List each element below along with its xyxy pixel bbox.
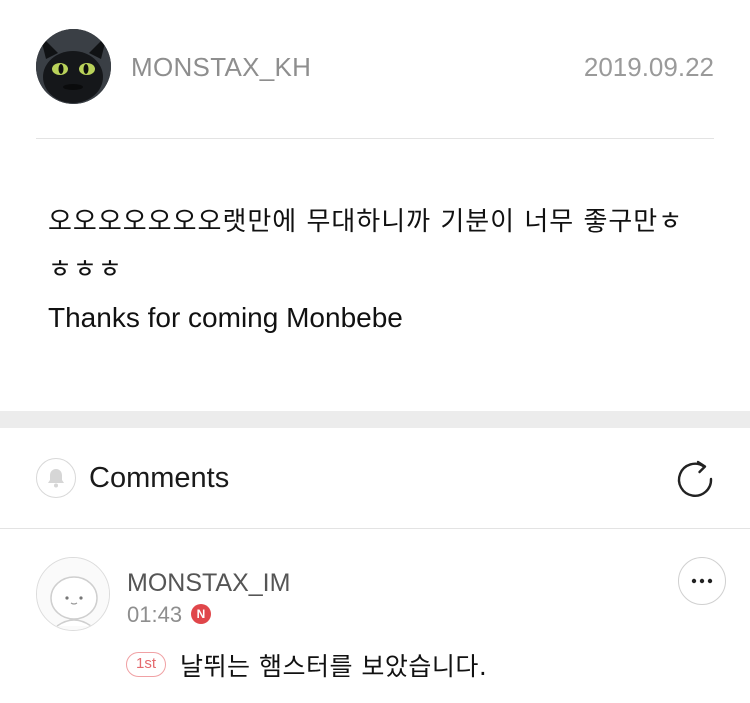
notify-button[interactable] [36, 458, 76, 498]
comment-text: 날뛰는 햄스터를 보았습니다. [180, 652, 488, 681]
post-date: 2019.09.22 [583, 52, 714, 82]
new-badge: N [191, 604, 211, 624]
comment-author[interactable]: MONSTAX_IM [127, 569, 290, 598]
comment-time: 01:43 [127, 602, 183, 627]
comment-item: MONSTAX_IM 01:43 N 1st 날뛰는 햄스터를 보았습니다. [0, 529, 750, 703]
post-detail-page: MONSTAX_KH 2019.09.22 오오오오오오오랫만에 무대하니까 기… [0, 0, 750, 703]
comments-header: Comments [0, 428, 750, 528]
author-avatar[interactable] [36, 29, 111, 104]
more-icon [691, 578, 713, 584]
post-body: 오오오오오오오랫만에 무대하니까 기분이 너무 좋구만ㅎ ㅎㅎㅎ Thanks … [48, 198, 708, 342]
refresh-button[interactable] [674, 458, 716, 500]
post-body-line: Thanks for coming Monbebe [48, 302, 403, 333]
hamster-avatar-icon [37, 558, 109, 630]
comment-more-button[interactable] [678, 557, 726, 605]
dragon-avatar-icon [36, 29, 111, 104]
rank-badge: 1st [126, 652, 167, 677]
post-author-name[interactable]: MONSTAX_KH [131, 52, 311, 83]
refresh-icon [677, 460, 713, 497]
post-header: MONSTAX_KH 2019.09.22 [0, 0, 750, 138]
post-body-line: 오오오오오오오랫만에 무대하니까 기분이 너무 좋구만ㅎ [48, 207, 684, 237]
commenter-avatar[interactable] [36, 557, 110, 631]
bell-icon [48, 469, 64, 488]
section-separator [0, 411, 750, 428]
post-body-line: ㅎㅎㅎ [48, 255, 123, 285]
divider [36, 138, 714, 139]
comments-title: Comments [89, 462, 230, 494]
